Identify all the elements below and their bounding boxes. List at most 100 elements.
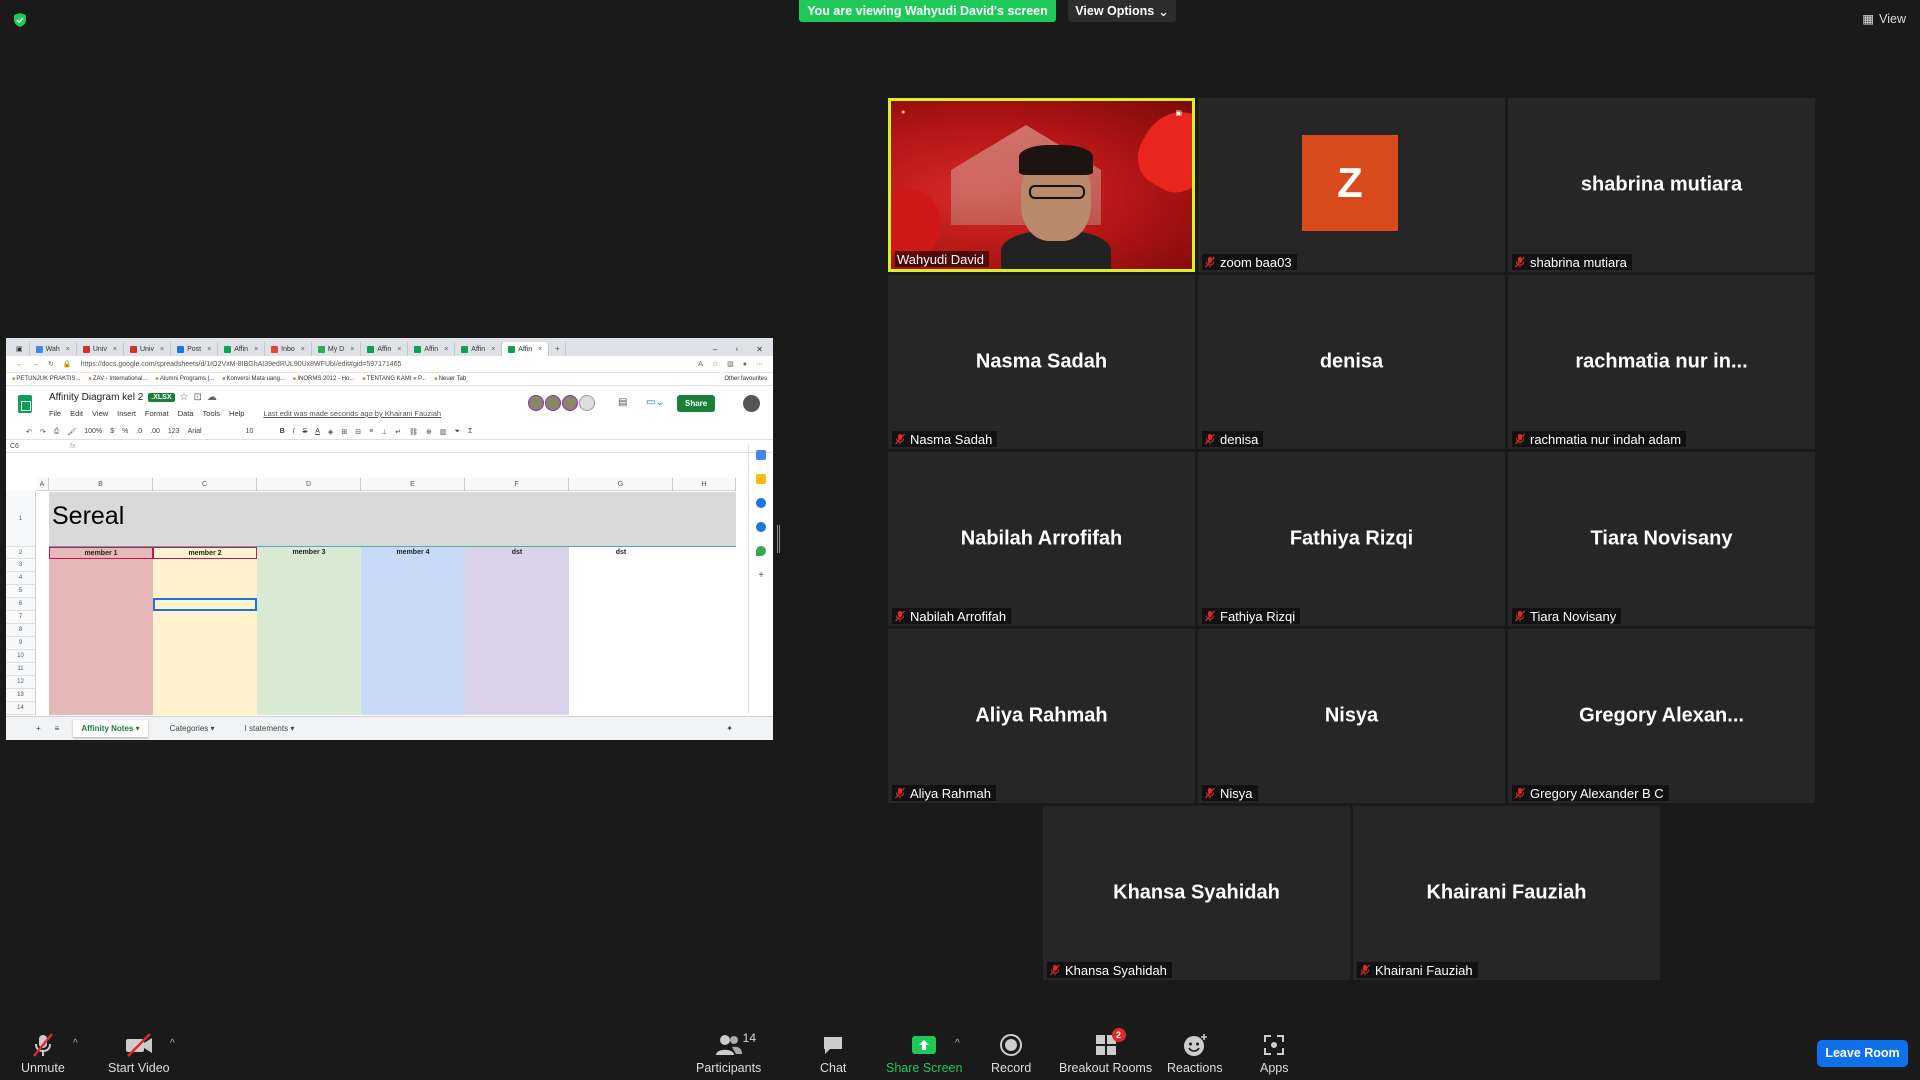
browser-tab[interactable]: Univ × — [124, 342, 172, 356]
member-column[interactable] — [465, 547, 569, 715]
browser-tab[interactable]: Univ × — [77, 342, 124, 356]
currency-button[interactable]: $ — [110, 428, 114, 435]
close-tab-icon[interactable]: × — [538, 346, 542, 353]
browser-tab[interactable]: Affin × — [408, 342, 456, 356]
column-header[interactable]: E — [361, 478, 465, 491]
close-tab-icon[interactable]: × — [301, 346, 305, 353]
add-addon-icon[interactable]: + — [758, 570, 764, 581]
row-header[interactable]: 14 — [6, 702, 36, 715]
member-column[interactable] — [569, 547, 673, 715]
read-aloud-icon[interactable]: A — [698, 361, 703, 368]
chat-button[interactable]: Chat — [820, 1033, 846, 1075]
column-head-cell[interactable]: member 1 — [49, 547, 153, 559]
menu-insert[interactable]: Insert — [117, 409, 136, 418]
participant-tile[interactable]: Gregory Alexan... Gregory Alexander B C — [1508, 629, 1815, 803]
audio-options-caret-icon[interactable]: ^ — [73, 1038, 78, 1049]
video-options-caret-icon[interactable]: ^ — [170, 1038, 175, 1049]
percent-button[interactable]: % — [122, 428, 128, 435]
minimize-icon[interactable]: – — [713, 345, 717, 354]
row-header[interactable]: 4 — [6, 572, 36, 585]
merge-icon[interactable]: ⊟ — [355, 428, 361, 436]
participant-tile[interactable]: ● ▣ Wahyudi David — [888, 98, 1195, 272]
participants-button[interactable]: 14 Participants — [696, 1031, 761, 1075]
close-tab-icon[interactable]: × — [113, 346, 117, 353]
reactions-button[interactable]: Reactions — [1167, 1033, 1223, 1075]
bookmark-item[interactable]: INORMS 2012 - Ho... — [293, 376, 354, 382]
view-options-button[interactable]: View Options ⌄ — [1068, 0, 1176, 22]
menu-file[interactable]: File — [49, 409, 61, 418]
tasks-icon[interactable] — [756, 498, 766, 508]
leave-room-button[interactable]: Leave Room — [1817, 1040, 1908, 1067]
sheets-logo-icon[interactable] — [18, 395, 32, 413]
font-size-select[interactable]: 10 — [246, 428, 272, 435]
number-format-button[interactable]: 123 — [168, 428, 180, 435]
contacts-icon[interactable] — [756, 522, 766, 532]
avatar[interactable] — [528, 395, 544, 411]
browser-tab[interactable]: Post × — [171, 342, 219, 356]
close-tab-icon[interactable]: × — [397, 346, 401, 353]
zoom-select[interactable]: 100% — [84, 428, 102, 435]
link-icon[interactable]: ⛓ — [409, 428, 418, 436]
column-header[interactable]: G — [569, 478, 673, 491]
row-header[interactable]: 11 — [6, 663, 36, 676]
bookmark-item[interactable]: TENTANG KAMI » P... — [362, 376, 426, 382]
member-column[interactable] — [257, 547, 361, 715]
column-header[interactable]: B — [49, 478, 153, 491]
align-icon[interactable]: ≡ — [369, 428, 373, 435]
column-header[interactable]: A — [36, 478, 49, 491]
unmute-button[interactable]: Unmute — [21, 1033, 65, 1075]
participant-tile[interactable]: shabrina mutiara shabrina mutiara — [1508, 98, 1815, 272]
maps-icon[interactable] — [756, 546, 766, 556]
browser-menu-icon[interactable]: ▣ — [10, 342, 30, 356]
close-tab-icon[interactable]: × — [207, 346, 211, 353]
spreadsheet-grid[interactable]: Sereal A B C D E F G H 1 2 3 4 5 6 7 8 9 10 11 12 13 14 member… — [6, 478, 736, 715]
split-view-divider[interactable] — [777, 525, 780, 553]
move-icon[interactable]: ⊡ — [194, 392, 202, 403]
italic-button[interactable]: I — [293, 428, 295, 435]
column-head-cell[interactable]: dst — [465, 547, 569, 559]
font-select[interactable]: Arial — [188, 428, 238, 435]
menu-view[interactable]: View — [92, 409, 108, 418]
filter-icon[interactable]: ⏷ — [455, 428, 461, 436]
other-favourites[interactable]: Other favourites — [724, 376, 767, 382]
column-head-cell[interactable]: member 3 — [257, 547, 361, 559]
security-shield-icon[interactable] — [12, 12, 28, 28]
member-column[interactable] — [153, 547, 257, 715]
undo-icon[interactable]: ↶ — [26, 428, 32, 436]
column-header[interactable]: D — [257, 478, 361, 491]
valign-icon[interactable]: ⊥ — [381, 428, 387, 436]
participant-tile[interactable]: Tiara Novisany Tiara Novisany — [1508, 452, 1815, 626]
close-tab-icon[interactable]: × — [444, 346, 448, 353]
browser-tab[interactable]: Affin × — [502, 342, 550, 356]
decimal-decrease-button[interactable]: .0 — [136, 428, 142, 435]
bookmark-item[interactable]: Alumni Programs |... — [155, 376, 214, 382]
more-icon[interactable]: ⋯ — [756, 360, 763, 368]
close-tab-icon[interactable]: × — [491, 346, 495, 353]
row-header[interactable]: 3 — [6, 559, 36, 572]
star-icon[interactable]: ☆ — [180, 392, 189, 403]
participant-tile[interactable]: rachmatia nur in... rachmatia nur indah a… — [1508, 275, 1815, 449]
participant-tile[interactable]: Nasma Sadah Nasma Sadah — [888, 275, 1195, 449]
menu-edit[interactable]: Edit — [70, 409, 83, 418]
column-head-cell[interactable]: member 4 — [361, 547, 465, 559]
participant-tile[interactable]: Zzoom baa03 — [1198, 98, 1505, 272]
row-header[interactable]: 13 — [6, 689, 36, 702]
strikethrough-button[interactable]: S — [303, 428, 308, 435]
row-header[interactable]: 6 — [6, 598, 36, 611]
keep-icon[interactable] — [756, 474, 766, 484]
bookmark-item[interactable]: Neuer Tab — [434, 376, 467, 382]
row-header[interactable]: 8 — [6, 624, 36, 637]
account-avatar[interactable] — [743, 395, 760, 412]
meet-icon[interactable]: ▭⌄ — [646, 397, 664, 408]
text-color-button[interactable]: A — [315, 428, 320, 435]
forward-icon[interactable]: → — [32, 361, 39, 368]
column-header[interactable]: F — [465, 478, 569, 491]
bookmark-item[interactable]: PETUNJUK PRAKTIS... — [12, 376, 80, 382]
row-header[interactable]: 9 — [6, 637, 36, 650]
title-cell[interactable] — [49, 492, 736, 547]
last-edit-link[interactable]: Last edit was made seconds ago by Khaira… — [263, 409, 441, 418]
member-column[interactable] — [49, 547, 153, 715]
new-tab-button[interactable]: + — [549, 342, 567, 356]
all-sheets-icon[interactable]: ≡ — [55, 724, 60, 733]
redo-icon[interactable]: ↷ — [40, 428, 46, 436]
